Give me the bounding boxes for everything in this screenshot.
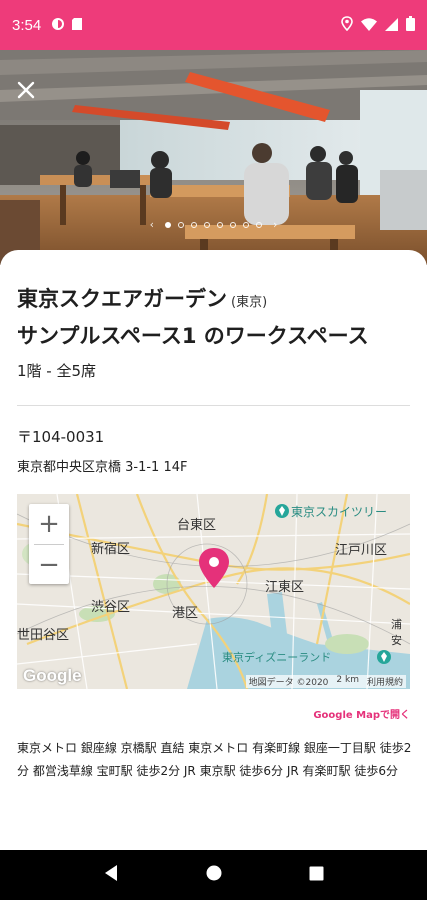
wifi-icon xyxy=(361,16,377,35)
pager-dot[interactable] xyxy=(256,221,262,228)
sd-card-icon xyxy=(71,16,83,35)
map-label-shibuya: 渋谷区 xyxy=(91,600,131,615)
access-info: 東京メトロ 銀座線 京橋駅 直結 東京メトロ 有楽町線 銀座一丁目駅 徒歩2分 … xyxy=(17,741,412,778)
app-notification-icon xyxy=(51,16,65,35)
zoom-controls: + − xyxy=(29,504,69,584)
space-title-row: 東京スクエアガーデン (東京) xyxy=(17,283,267,313)
google-logo: Google xyxy=(23,666,82,685)
map-label-shinjuku: 新宿区 xyxy=(91,542,131,557)
pager-dot[interactable] xyxy=(217,221,223,228)
back-icon[interactable] xyxy=(103,864,119,886)
hero-photo[interactable] xyxy=(0,50,427,265)
map-label-taito: 台東区 xyxy=(177,518,217,533)
location-map[interactable]: 台東区 東京スカイツリー 新宿区 江戸川区 江東区 渋谷区 港区 世田谷区 東京… xyxy=(17,494,410,689)
pager-dot[interactable] xyxy=(165,221,171,228)
home-icon[interactable] xyxy=(206,865,222,885)
recents-icon[interactable] xyxy=(309,866,324,885)
signal-icon xyxy=(385,16,398,35)
pager-dot[interactable] xyxy=(230,221,236,228)
map-label-minato: 港区 xyxy=(172,606,199,621)
map-label-disney: 東京ディズニーランド xyxy=(222,651,332,664)
status-time: 3:54 xyxy=(12,16,42,34)
map-scale: 2 km xyxy=(336,675,359,685)
pager-dot[interactable] xyxy=(204,221,210,228)
map-label-koto: 江東区 xyxy=(265,580,305,595)
pager-next-icon[interactable]: › xyxy=(273,218,277,231)
street-address: 東京都中央区京橋 3-1-1 14F xyxy=(17,460,188,475)
close-icon xyxy=(17,81,35,99)
zoom-in-button[interactable]: + xyxy=(29,504,69,544)
floor-seats: 1階 - 全5席 xyxy=(17,362,97,380)
map-label-skytree: 東京スカイツリー xyxy=(291,505,388,519)
map-label-urayasu: 浦安 xyxy=(391,618,402,647)
postal-code: 〒104-0031 xyxy=(17,428,105,446)
close-button[interactable] xyxy=(10,74,42,106)
zoom-out-button[interactable]: − xyxy=(29,545,69,585)
location-icon xyxy=(341,15,353,35)
pager-prev-icon[interactable]: ‹ xyxy=(150,218,154,231)
map-data-credit: 地図データ ©2020 xyxy=(248,678,329,688)
map-attribution: 地図データ ©2020 2 km 利用規約 xyxy=(245,675,406,688)
pager-dot[interactable] xyxy=(243,221,249,228)
photo-pager[interactable]: ‹ › xyxy=(0,218,427,231)
battery-icon xyxy=(406,15,415,35)
space-subtitle: サンプルスペース1 のワークスペース xyxy=(17,324,369,348)
status-bar: 3:54 xyxy=(0,0,427,50)
map-label-edogawa: 江戸川区 xyxy=(335,543,388,558)
map-terms-link[interactable]: 利用規約 xyxy=(367,675,403,688)
system-nav-bar xyxy=(0,850,427,900)
pager-dot[interactable] xyxy=(178,221,184,228)
open-google-map-link[interactable]: Google Mapで開く xyxy=(313,706,410,721)
map-label-setagaya: 世田谷区 xyxy=(17,628,70,643)
divider xyxy=(17,405,410,406)
space-area-tag: (東京) xyxy=(231,295,268,310)
space-title: 東京スクエアガーデン xyxy=(17,287,227,311)
pager-dot[interactable] xyxy=(191,221,197,228)
